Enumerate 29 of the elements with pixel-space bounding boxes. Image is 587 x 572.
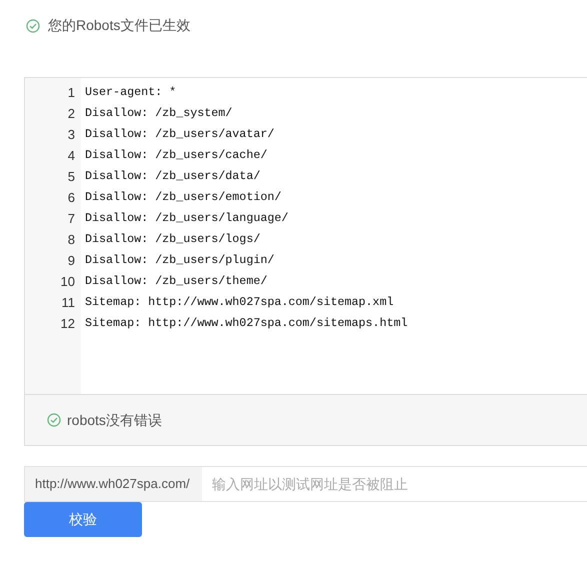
code-line: Disallow: /zb_users/theme/	[85, 272, 268, 290]
code-line: User-agent: *	[85, 84, 176, 101]
line-number: 4	[68, 146, 75, 165]
line-number: 11	[62, 294, 75, 312]
line-number: 12	[60, 314, 75, 333]
line-number: 5	[68, 168, 75, 186]
status-message: 您的Robots文件已生效	[48, 16, 190, 35]
code-line: Disallow: /zb_users/language/	[85, 210, 288, 227]
line-number: 3	[68, 126, 75, 144]
line-number: 2	[68, 104, 75, 123]
result-message: robots没有错误	[67, 410, 162, 430]
code-line: Sitemap: http://www.wh027spa.com/sitemap.xml	[85, 294, 394, 311]
line-number: 8	[68, 230, 75, 249]
verify-button[interactable]: 校验	[24, 502, 142, 537]
line-number: 1	[68, 84, 75, 102]
line-number: 7	[68, 210, 75, 228]
code-line: Disallow: /zb_users/plugin/	[85, 252, 274, 269]
line-number: 9	[68, 252, 75, 270]
code-line: Disallow: /zb_users/data/	[85, 168, 260, 185]
line-number: 6	[68, 188, 75, 207]
check-circle-icon	[47, 413, 61, 427]
check-circle-icon	[26, 18, 40, 32]
line-number: 10	[60, 272, 75, 291]
code-line: Disallow: /zb_users/avatar/	[85, 126, 274, 143]
code-line: Disallow: /zb_users/cache/	[85, 146, 268, 164]
code-line: Disallow: /zb_users/emotion/	[85, 188, 282, 206]
code-line: Sitemap: http://www.wh027spa.com/sitemaps.html	[85, 314, 408, 332]
code-line: Disallow: /zb_users/logs/	[85, 230, 260, 248]
code-line: Disallow: /zb_system/	[85, 104, 232, 122]
